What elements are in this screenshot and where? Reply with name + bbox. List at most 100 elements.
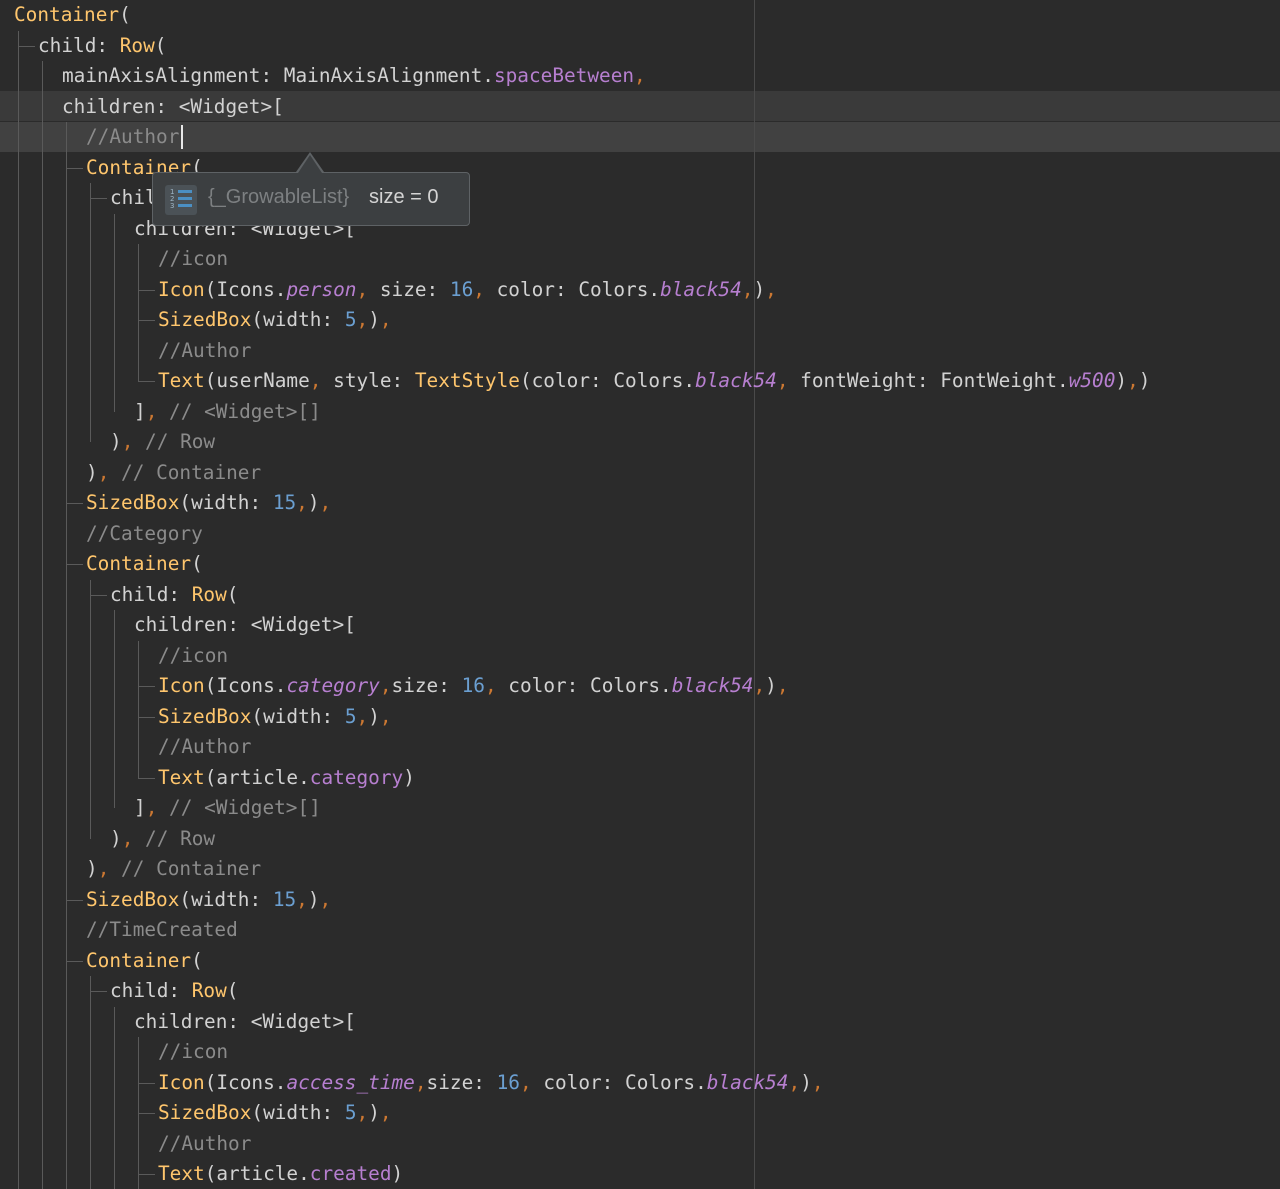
code-line[interactable]: Icon(Icons.access_time,size: 16, color: … [158,1068,824,1098]
code-token: ) [368,704,380,728]
code-token: child: [110,979,192,1002]
indent-guide-branch [138,716,155,718]
code-line[interactable]: //Author [158,336,251,366]
code-token: ( [119,3,131,26]
code-line[interactable]: //TimeCreated [86,915,238,945]
code-token: (width: [179,887,273,911]
code-token: , [319,887,332,911]
code-line[interactable]: ], // <Widget>[] [134,793,321,823]
code-token: fontWeight: FontWeight. [800,369,1069,392]
code-line[interactable]: ), // Container [86,854,261,884]
code-line[interactable]: //Author [158,732,251,762]
code-line[interactable]: //Author [158,1129,251,1159]
code-token: ) [110,430,122,453]
code-line[interactable]: ], // <Widget>[] [134,397,321,427]
code-token: 5 [344,1101,357,1124]
code-line[interactable]: ), // Container [86,458,261,488]
code-token: ( [226,582,239,606]
code-token: , [379,674,392,697]
tooltip-type-label: {_GrowableList} [208,186,350,208]
code-line[interactable]: children: <Widget>[ [134,610,356,640]
code-token: person [286,277,357,301]
code-token: ( [191,948,203,972]
debug-value-tooltip[interactable]: 1 2 3 {_GrowableList} size = 0 [152,172,470,226]
code-token: //TimeCreated [86,918,238,941]
code-token: , [776,369,801,392]
tooltip-arrow-fill [298,155,322,173]
code-token: Icon [158,1070,205,1094]
code-line[interactable]: Container( [86,946,203,976]
code-token: w500 [1068,369,1116,392]
code-line[interactable]: children: <Widget>[ [62,92,284,122]
code-line[interactable]: Text(article.created) [158,1159,403,1189]
code-line[interactable]: //icon [158,1037,228,1067]
code-token: 15 [272,491,297,514]
indent-guide-line [18,30,19,1189]
code-token: spaceBetween [493,64,635,87]
code-line[interactable]: SizedBox(width: 5,), [158,305,392,335]
code-line[interactable]: SizedBox(width: 15,), [86,885,331,915]
indent-guide-line [90,976,91,1189]
code-token: color: Colors. [508,674,672,697]
indent-guide-branch [90,198,107,200]
code-token: ) [800,1070,812,1094]
code-line[interactable]: children: <Widget>[ [134,1007,356,1037]
code-line[interactable]: Icon(Icons.person, size: 16, color: Colo… [158,275,777,305]
code-line[interactable]: Text(article.category) [158,763,415,793]
code-line[interactable]: child: Row( [38,31,166,61]
indent-guide-line [138,640,139,778]
code-line[interactable]: //Category [86,519,203,549]
code-line[interactable]: child: Row( [110,976,238,1006]
indent-guide-branch [66,167,83,169]
code-line[interactable]: SizedBox(width: 5,), [158,702,392,732]
code-line[interactable]: //icon [158,244,228,274]
code-line[interactable]: child: Row( [110,580,238,610]
code-token: //Category [86,521,203,545]
code-line[interactable]: Text(userName, style: TextStyle(color: C… [158,366,1150,396]
code-token: ) [110,826,122,850]
code-token: color: Colors. [496,277,661,301]
indent-guide-branch [138,777,155,779]
code-token: , [811,1070,824,1094]
code-token: size: [426,1070,497,1094]
indent-guide-branch [138,381,155,383]
code-token: size: [379,277,450,301]
code-token: , [753,674,766,697]
code-token: ( [226,979,239,1002]
code-token: , [379,1101,392,1124]
code-token: //Author [86,125,180,148]
code-line[interactable]: SizedBox(width: 5,), [158,1098,392,1128]
code-token: Text [158,1162,205,1185]
code-line[interactable]: SizedBox(width: 15,), [86,488,331,518]
list-icon: 1 2 3 [165,185,197,215]
code-token: Row [191,582,227,606]
indent-guide-line [138,244,139,382]
code-line[interactable]: ), // Row [110,427,215,457]
code-line[interactable]: //Author [86,122,179,152]
code-token: // <Widget>[] [169,796,321,819]
code-token: // <Widget>[] [169,399,321,423]
code-token: , [519,1070,544,1094]
code-line[interactable]: Container( [86,549,203,579]
code-token: ] [134,796,146,819]
code-line[interactable]: Container( [14,0,131,30]
code-line[interactable]: mainAxisAlignment: MainAxisAlignment.spa… [62,61,646,91]
code-token: (article. [204,765,310,789]
code-line[interactable]: //icon [158,641,228,671]
code-token: size: [391,674,462,697]
indent-guide-branch [18,45,35,47]
code-token: ) [86,460,98,484]
code-token: , [356,704,369,728]
code-editor[interactable]: Container(child: Row(mainAxisAlignment: … [0,0,1280,1189]
code-line[interactable]: Icon(Icons.category,size: 16, color: Col… [158,671,789,701]
code-token: ( [191,552,203,575]
code-token: (Icons. [204,674,287,697]
indent-guide-line [114,213,115,412]
code-line[interactable]: ), // Row [110,824,215,854]
indent-guide-line [66,122,67,1189]
code-token: , [356,277,380,301]
code-token: , [356,1101,369,1124]
code-token: // Row [145,826,216,850]
tooltip-size-label: size = 0 [369,186,439,208]
code-token: ) [1115,369,1128,392]
